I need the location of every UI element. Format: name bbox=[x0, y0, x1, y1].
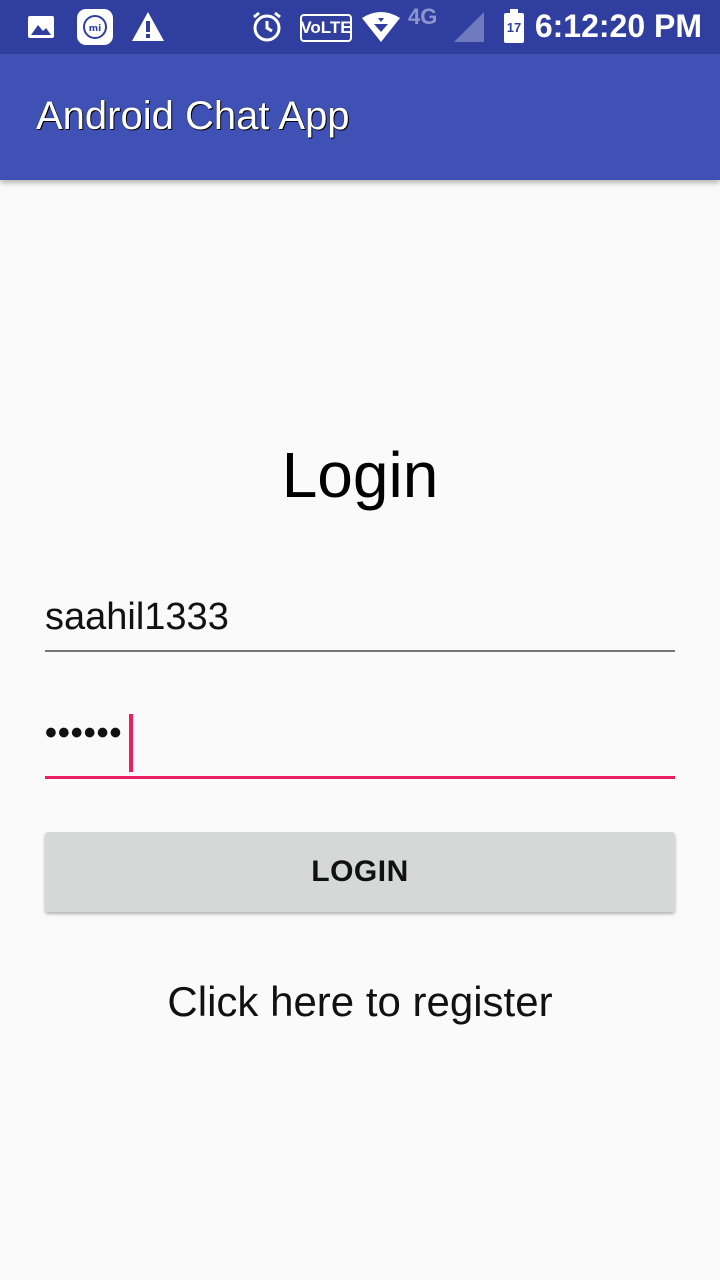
svg-text:mi: mi bbox=[89, 24, 101, 34]
alarm-icon bbox=[250, 10, 284, 44]
volte-label: VoLTE bbox=[300, 18, 352, 37]
password-field[interactable]: •••••• bbox=[45, 706, 675, 779]
status-time: 6:12:20 PM bbox=[534, 8, 702, 44]
network-type-label: 4G bbox=[408, 4, 438, 29]
gallery-icon bbox=[26, 12, 56, 42]
text-cursor bbox=[129, 714, 133, 772]
password-mask: •••••• bbox=[45, 714, 123, 752]
app-title: Android Chat App bbox=[36, 94, 350, 138]
wifi-icon bbox=[360, 10, 402, 44]
login-button[interactable]: LOGIN bbox=[45, 832, 675, 912]
battery-level: 17 bbox=[506, 20, 522, 35]
warning-icon bbox=[130, 10, 166, 44]
username-field[interactable]: saahil1333 bbox=[45, 586, 675, 652]
volte-icon: VoLTE bbox=[300, 14, 352, 42]
login-heading: Login bbox=[281, 439, 439, 511]
mi-icon: mi bbox=[76, 8, 114, 46]
app-bar: Android Chat App bbox=[0, 54, 720, 180]
register-link[interactable]: Click here to register bbox=[0, 978, 720, 1026]
status-bar: mi VoLTE 4G 17 6:12:20 PM bbox=[0, 0, 720, 54]
username-value: saahil1333 bbox=[45, 596, 229, 638]
4g-signal-icon bbox=[452, 10, 486, 44]
